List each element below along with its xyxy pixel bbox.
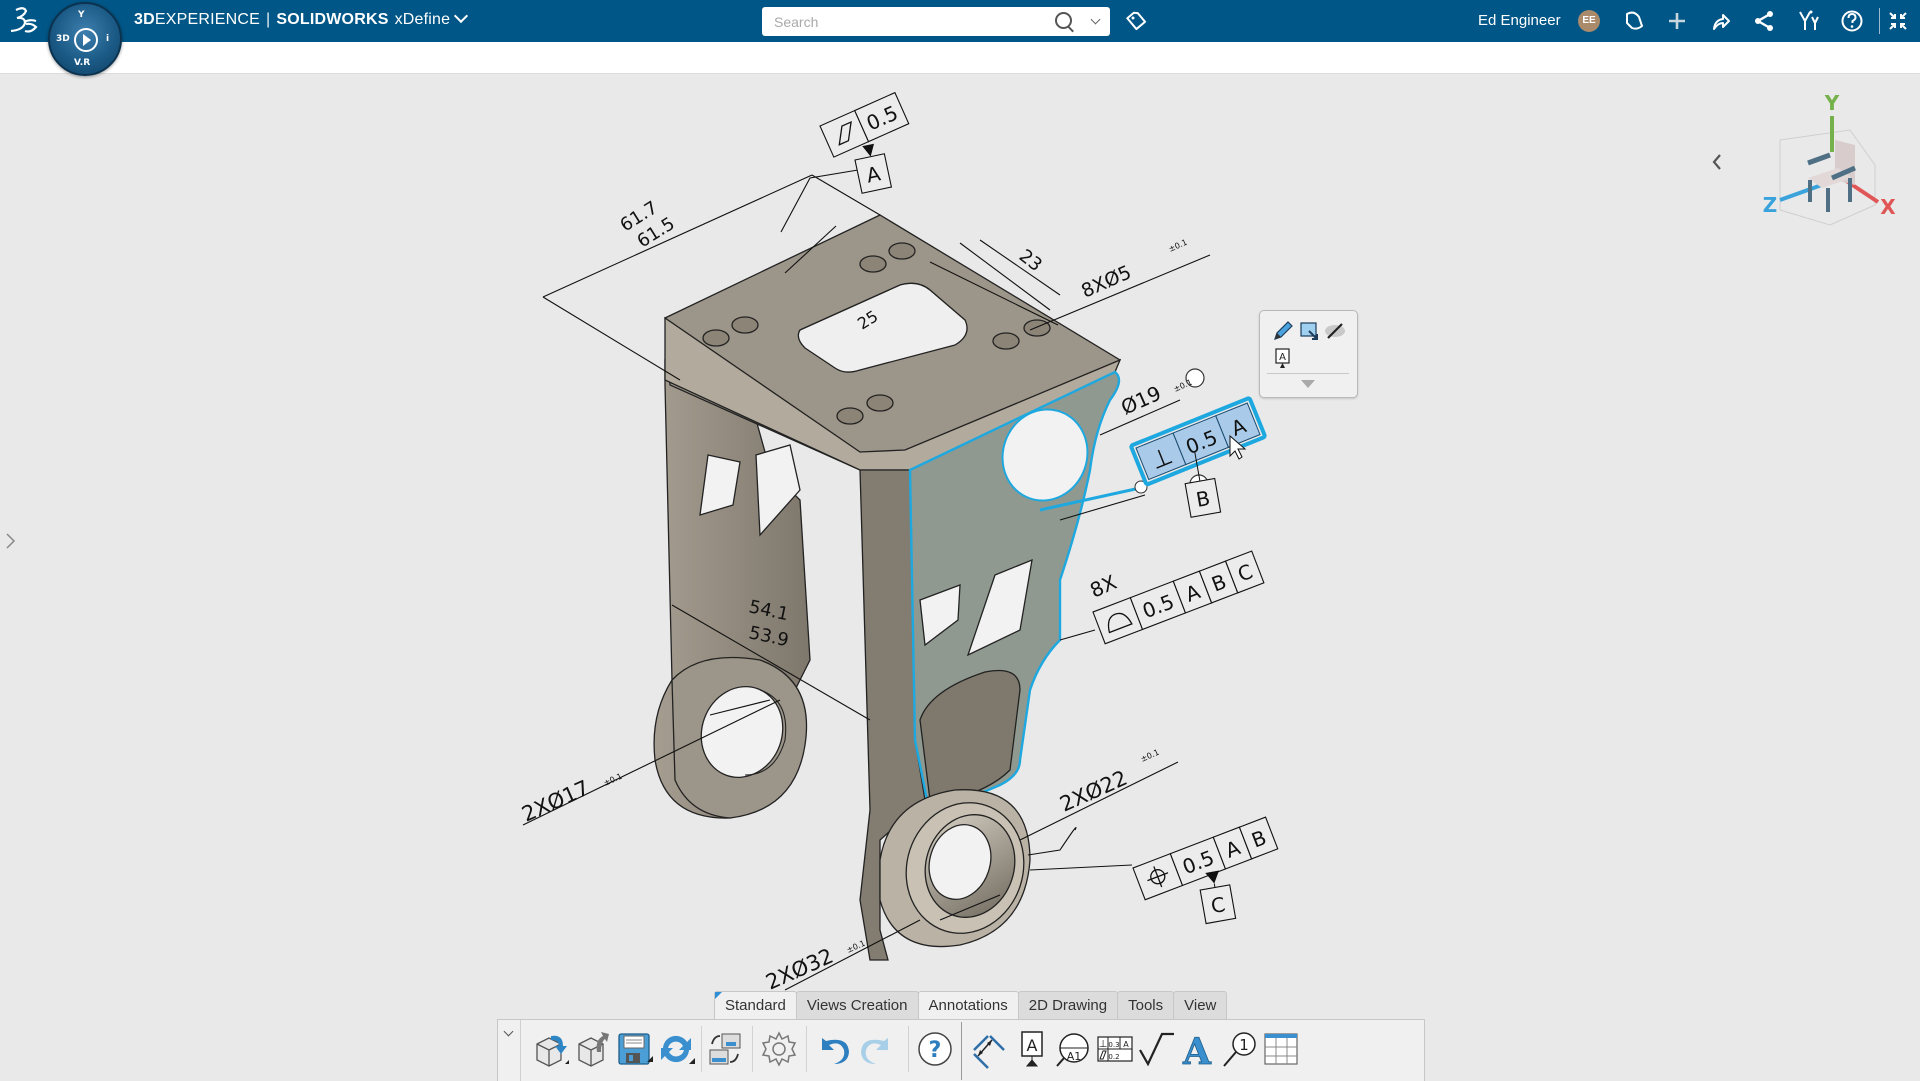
open-button[interactable]	[529, 1028, 571, 1070]
open-icon	[536, 1035, 569, 1067]
context-toolbar: A	[1259, 310, 1358, 398]
compass-bottom-label: V.R	[74, 58, 91, 68]
balloon-button[interactable]: 1	[1218, 1028, 1260, 1070]
compass-left-label: 3D	[56, 34, 70, 44]
revert-icon	[578, 1032, 609, 1067]
compass-right-label: i	[106, 34, 110, 44]
action-bar: ? A A1 ⊥ 0.3 A 0.2 A 1	[497, 1019, 1425, 1081]
compass-top-label: Y	[78, 10, 85, 20]
surface-finish-icon	[1139, 1032, 1174, 1067]
text-icon: A	[1182, 1031, 1213, 1074]
smart-dimension-button[interactable]	[968, 1028, 1010, 1070]
manage-sessions-icon	[709, 1033, 741, 1065]
dim-dia17-tol: ±0.1	[602, 772, 623, 788]
undo-icon	[822, 1038, 849, 1064]
view-triad[interactable]: Y Z X	[1763, 91, 1897, 226]
datum-feature-button[interactable]: A	[1011, 1028, 1053, 1070]
tab-view[interactable]: View	[1173, 991, 1228, 1019]
datum-feature-icon: A	[1021, 1031, 1043, 1067]
dim-dia19[interactable]: Ø19	[1117, 381, 1164, 420]
svg-text:A: A	[1027, 1036, 1038, 1055]
geometric-tolerance-button[interactable]: ⊥ 0.3 A 0.2	[1094, 1028, 1136, 1070]
svg-text:0.2: 0.2	[1108, 1053, 1119, 1061]
redo-button[interactable]	[856, 1028, 898, 1070]
dim-2x-dia17[interactable]: 2XØ17	[518, 776, 593, 827]
options-button[interactable]	[758, 1028, 800, 1070]
dim-dia32-tol: ±0.1	[845, 939, 866, 955]
datum-target-icon: A1	[1056, 1033, 1089, 1067]
toolbar-separator	[908, 1026, 909, 1072]
y-axis-label: Y	[1824, 91, 1840, 115]
surface-finish-button[interactable]	[1134, 1028, 1176, 1070]
more-options-icon[interactable]	[1301, 380, 1315, 388]
datum-a-box[interactable]: A	[853, 142, 893, 194]
toolbar-separator	[806, 1026, 807, 1072]
profile-fcf[interactable]: 0.5 A B C	[1092, 550, 1265, 645]
dim-2x-dia32[interactable]: 2XØ32	[762, 944, 837, 995]
undo-button[interactable]	[812, 1028, 854, 1070]
collapse-toolbar-button[interactable]	[498, 1020, 521, 1081]
tab-views-creation[interactable]: Views Creation	[795, 991, 919, 1019]
revert-button[interactable]	[571, 1028, 613, 1070]
smart-dimension-icon	[973, 1035, 1005, 1069]
refresh-icon	[661, 1035, 695, 1064]
tab-2d-drawing[interactable]: 2D Drawing	[1017, 991, 1119, 1019]
edit-icon[interactable]	[1271, 319, 1295, 343]
tab-annotations[interactable]: Annotations	[917, 991, 1019, 1020]
datum-target-button[interactable]: A1	[1052, 1028, 1094, 1070]
dim-23[interactable]: 23	[1015, 245, 1046, 276]
compass-icon[interactable]: Y 3D i V.R	[48, 2, 122, 76]
svg-text:A: A	[1279, 352, 1286, 363]
refresh-button[interactable]	[655, 1028, 697, 1070]
svg-text:A: A	[1123, 1040, 1129, 1049]
options-icon	[761, 1031, 797, 1067]
table-button[interactable]	[1260, 1028, 1302, 1070]
manage-sessions-button[interactable]	[704, 1028, 746, 1070]
position-fcf[interactable]: 0.5 A B	[1132, 816, 1279, 901]
toolbar-separator	[961, 1022, 962, 1080]
help-button[interactable]: ?	[914, 1028, 956, 1070]
tab-tools[interactable]: Tools	[1117, 991, 1175, 1019]
save-button[interactable]	[613, 1028, 655, 1070]
context-toolbar-divider	[1267, 373, 1349, 374]
table-icon	[1264, 1033, 1298, 1065]
part-body[interactable]	[653, 214, 1122, 961]
svg-text:0.3: 0.3	[1108, 1041, 1119, 1049]
command-tabs: Standard Views Creation Annotations 2D D…	[714, 991, 1228, 1020]
svg-text:A: A	[1182, 1031, 1212, 1070]
dim-8x-dia5[interactable]: 8XØ5	[1078, 261, 1135, 302]
tab-standard[interactable]: Standard	[714, 991, 797, 1019]
x-axis-label: X	[1880, 195, 1896, 219]
dim-8x-tol: ±0.1	[1167, 238, 1188, 254]
help-icon: ?	[918, 1032, 952, 1066]
balloon-icon: 1	[1223, 1032, 1256, 1067]
profile-count: 8X	[1086, 570, 1120, 603]
hide-icon[interactable]	[1323, 319, 1347, 343]
dim-dia22-tol: ±0.1	[1139, 748, 1160, 764]
dim-2x-dia22[interactable]: 2XØ22	[1056, 766, 1131, 817]
redo-icon	[861, 1038, 888, 1064]
save-icon	[618, 1033, 653, 1065]
toolbar-separator	[752, 1026, 753, 1072]
play-icon[interactable]	[74, 28, 98, 52]
z-axis-label: Z	[1763, 193, 1778, 217]
svg-text:⊥: ⊥	[1099, 1039, 1108, 1050]
note-icon[interactable]: A	[1271, 346, 1295, 370]
svg-text:A1: A1	[1067, 1050, 1082, 1063]
text-button[interactable]: A	[1176, 1028, 1218, 1074]
dim-dia19-tol: ±0.1	[1172, 378, 1193, 394]
part-scene[interactable]: 0.5 A 61.7 61.5 23 25 8XØ5 ±0.1 Ø19 ±0.1…	[0, 0, 1920, 1080]
svg-text:?: ?	[929, 1038, 942, 1063]
geometric-tolerance-icon: ⊥ 0.3 A 0.2	[1097, 1036, 1133, 1062]
capture-icon[interactable]	[1297, 319, 1321, 343]
toolbar-separator	[701, 1026, 702, 1072]
svg-text:1: 1	[1239, 1036, 1249, 1054]
